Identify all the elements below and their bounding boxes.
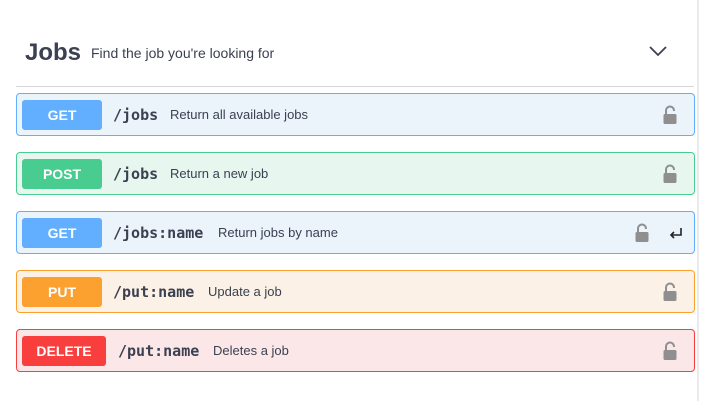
right-divider: [697, 0, 699, 401]
method-badge: DELETE: [22, 336, 106, 366]
operation-path: /jobs: [113, 165, 159, 183]
lock-icon[interactable]: [662, 105, 678, 125]
lock-icon[interactable]: [662, 164, 678, 184]
method-badge: GET: [22, 218, 102, 248]
operation-summary: Return jobs by name: [218, 225, 338, 240]
operation-path: /jobs:name: [113, 224, 204, 242]
operation-path: /put:name: [118, 342, 200, 360]
chevron-down-icon[interactable]: [646, 41, 670, 61]
operation-path: /jobs: [113, 106, 159, 124]
method-badge: GET: [22, 100, 102, 130]
operation-summary: Update a job: [208, 284, 282, 299]
tag-section-header[interactable]: Jobs Find the job you're looking for: [16, 24, 694, 87]
lock-icon[interactable]: [662, 282, 678, 302]
enter-icon[interactable]: [667, 224, 685, 242]
operation-get-jobs-name[interactable]: GET /jobs:name Return jobs by name: [16, 211, 695, 254]
method-badge: POST: [22, 159, 102, 189]
operation-summary: Deletes a job: [213, 343, 289, 358]
operation-summary: Return all available jobs: [170, 107, 309, 122]
tag-description: Find the job you're looking for: [91, 45, 275, 61]
lock-icon[interactable]: [634, 223, 650, 243]
operation-path: /put:name: [113, 283, 195, 301]
operation-get-jobs[interactable]: GET /jobs Return all available jobs: [16, 93, 695, 136]
lock-icon[interactable]: [662, 341, 678, 361]
operation-post-jobs[interactable]: POST /jobs Return a new job: [16, 152, 695, 195]
method-badge: PUT: [22, 277, 102, 307]
operation-delete-name[interactable]: DELETE /put:name Deletes a job: [16, 329, 695, 372]
tag-title: Jobs: [25, 39, 82, 66]
operation-summary: Return a new job: [170, 166, 269, 181]
operation-put-name[interactable]: PUT /put:name Update a job: [16, 270, 695, 313]
